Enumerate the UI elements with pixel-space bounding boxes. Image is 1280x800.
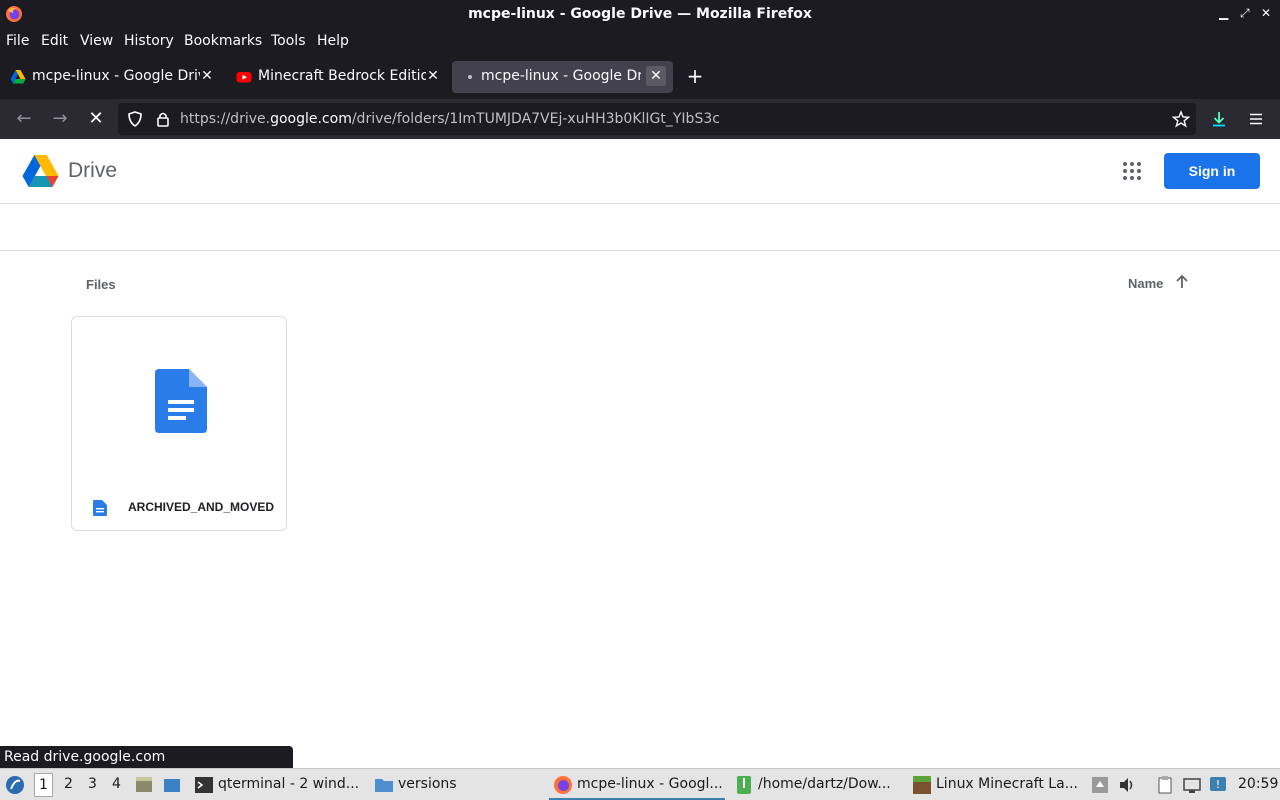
files-heading: Files [86,277,116,292]
task-label: Linux Minecraft La... [936,776,1079,792]
volume-icon[interactable] [1117,775,1137,795]
lock-icon[interactable] [154,110,172,128]
workspace-1[interactable]: 1 [34,773,53,797]
bookmark-star-icon[interactable] [1172,110,1190,128]
minecraft-icon [913,776,931,794]
archive-icon [737,776,751,794]
task-label: qterminal - 2 wind... [218,776,360,792]
forward-button[interactable]: → [48,107,72,131]
close-icon[interactable]: ✕ [1261,6,1271,20]
folder-icon [375,779,393,792]
terminal-icon [195,777,213,793]
task-label: mcpe-linux - Googl... [577,776,723,792]
tab-youtube[interactable]: Minecraft Bedrock Edition ✕ [226,61,448,93]
downloads-icon[interactable] [1210,110,1228,128]
task-versions[interactable]: versions [372,769,542,800]
maximize-icon[interactable]: ⤢ [1240,6,1250,21]
drive-header: Drive Sign in [0,140,1280,204]
drive-title[interactable]: Drive [68,159,117,183]
task-archive[interactable]: /home/dartz/Dow... [732,769,904,800]
menu-edit[interactable]: Edit [41,33,68,49]
menu-view[interactable]: View [80,33,113,49]
task-minecraft-launcher[interactable]: Linux Minecraft La... [910,769,1082,800]
tab-strip: mcpe-linux - Google Drive ✕ Minecraft Be… [0,54,1280,99]
file-manager-launcher-icon[interactable] [134,775,154,795]
tab-label: mcpe-linux - Google Drive [481,68,641,84]
drive-subheader [0,204,1280,251]
file-card-footer: ARCHIVED_AND_MOVED [72,485,286,531]
menu-tools[interactable]: Tools [271,33,306,49]
new-tab-button[interactable]: + [684,64,706,88]
workspace-4[interactable]: 4 [112,776,121,792]
file-card[interactable]: ARCHIVED_AND_MOVED [71,316,287,531]
clock[interactable]: 20:59 [1238,776,1278,792]
start-menu-icon[interactable] [5,775,25,795]
workspace-3[interactable]: 3 [88,776,97,792]
tracking-protection-icon[interactable] [126,110,144,128]
menu-bar: File Edit View History Bookmarks Tools H… [0,29,1280,54]
close-tab-icon[interactable]: ✕ [646,66,666,86]
close-tab-icon[interactable]: ✕ [197,66,217,86]
google-drive-logo-icon[interactable] [22,154,59,188]
window-titlebar: mcpe-linux - Google Drive — Mozilla Fire… [0,0,1280,29]
clipboard-icon[interactable] [1155,775,1175,795]
minimize-icon[interactable]: ▁ [1219,6,1228,20]
task-qterminal[interactable]: qterminal - 2 wind... [192,769,362,800]
sort-by-name-button[interactable]: Name [1128,276,1163,291]
stop-loading-button[interactable]: ✕ [84,107,108,131]
loading-icon [468,75,472,79]
menu-bookmarks[interactable]: Bookmarks [184,33,262,49]
close-tab-icon[interactable]: ✕ [423,66,443,86]
google-drive-icon [10,70,26,84]
firefox-icon [554,776,572,794]
menu-file[interactable]: File [6,33,29,49]
menu-help[interactable]: Help [317,33,349,49]
sign-in-button[interactable]: Sign in [1164,153,1260,189]
app-menu-icon[interactable] [1247,110,1265,128]
youtube-icon [236,72,252,83]
url-text: https://drive.google.com/drive/folders/1… [180,111,720,127]
status-panel: Read drive.google.com [0,746,293,768]
tray-eject-icon[interactable] [1090,775,1110,795]
tab-drive-2[interactable]: mcpe-linux - Google Drive ✕ [452,61,673,93]
svg-text:!: ! [1216,778,1220,791]
menu-history[interactable]: History [124,33,174,49]
show-desktop-icon[interactable] [162,775,182,795]
google-docs-small-icon [93,500,107,516]
tab-label: Minecraft Bedrock Edition [258,68,426,84]
network-icon[interactable] [1182,775,1202,795]
workspace-2[interactable]: 2 [64,776,73,792]
task-label: versions [398,776,457,792]
back-button[interactable]: ← [12,107,36,131]
firefox-window: mcpe-linux - Google Drive — Mozilla Fire… [0,0,1280,800]
google-docs-icon [155,369,207,433]
update-notifier-icon[interactable]: ! [1208,775,1228,795]
file-name: ARCHIVED_AND_MOVED [128,500,275,514]
task-firefox[interactable]: mcpe-linux - Googl... [549,769,725,800]
window-title: mcpe-linux - Google Drive — Mozilla Fire… [468,6,812,22]
taskbar: 1 2 3 4 qterminal - 2 wind... versions m… [0,768,1280,800]
sort-ascending-icon[interactable] [1173,273,1191,291]
tab-drive-1[interactable]: mcpe-linux - Google Drive ✕ [0,61,222,93]
tab-label: mcpe-linux - Google Drive [32,68,200,84]
task-label: /home/dartz/Dow... [758,776,891,792]
url-bar[interactable]: https://drive.google.com/drive/folders/1… [118,103,1196,135]
google-apps-icon[interactable] [1121,160,1143,182]
navigation-toolbar: ← → ✕ https://drive.google.com/drive/fol… [0,99,1280,139]
